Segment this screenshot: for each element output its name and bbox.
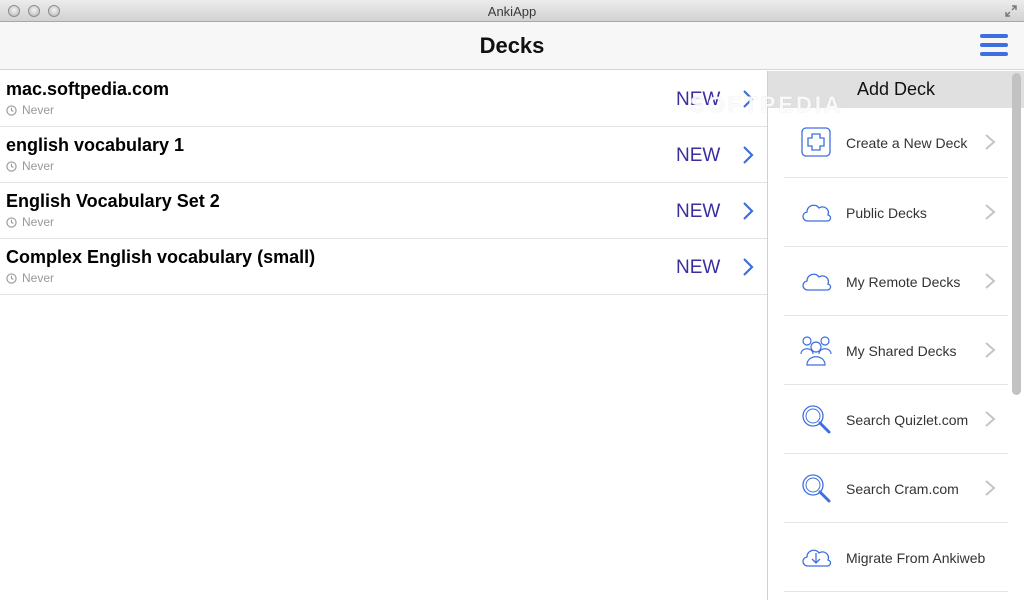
clock-icon <box>6 216 17 228</box>
clock-icon <box>6 272 17 284</box>
chevron-right-icon <box>743 146 754 164</box>
item-label: Search Cram.com <box>846 481 959 497</box>
create-new-deck-item[interactable]: Create a New Deck <box>784 108 1008 178</box>
last-studied-text: Never <box>22 159 55 173</box>
item-label: My Shared Decks <box>846 343 957 359</box>
chevron-right-icon <box>985 273 996 289</box>
hamburger-icon <box>980 43 1008 47</box>
item-label: Search Quizlet.com <box>846 412 969 428</box>
public-decks-item[interactable]: Public Decks <box>784 178 1008 247</box>
deck-status: NEW <box>676 145 721 166</box>
magnifier-icon <box>802 405 831 434</box>
item-label: Migrate From Ankiweb <box>846 550 986 566</box>
item-label: Create a New Deck <box>846 135 968 151</box>
menu-button[interactable] <box>980 34 1008 58</box>
item-label: Public Decks <box>846 205 927 221</box>
deck-status: NEW <box>676 201 721 222</box>
last-studied-text: Never <box>22 103 55 117</box>
magnifier-icon <box>802 474 831 503</box>
cloud-icon <box>802 273 832 291</box>
hamburger-icon <box>980 34 1008 38</box>
deck-name: English Vocabulary Set 2 <box>6 191 220 211</box>
cloud-download-icon <box>802 549 832 567</box>
search-cram-item[interactable]: Search Cram.com <box>784 454 1008 523</box>
page-title: Decks <box>479 33 545 58</box>
chevron-right-icon <box>985 480 996 496</box>
clock-icon <box>6 160 17 172</box>
plus-square-icon <box>801 127 831 157</box>
deck-name: Complex English vocabulary (small) <box>6 247 316 267</box>
deck-row[interactable]: English Vocabulary Set 2 Never NEW <box>0 183 767 239</box>
last-studied-text: Never <box>22 215 55 229</box>
last-studied-text: Never <box>22 271 55 285</box>
item-label: My Remote Decks <box>846 274 961 290</box>
deck-last-studied: Never <box>6 215 54 229</box>
deck-row[interactable]: english vocabulary 1 Never NEW <box>0 127 767 183</box>
chevron-right-icon <box>743 258 754 276</box>
my-remote-decks-item[interactable]: My Remote Decks <box>784 247 1008 316</box>
people-icon <box>800 336 832 366</box>
deck-last-studied: Never <box>6 271 54 285</box>
deck-status: NEW <box>676 89 721 110</box>
deck-last-studied: Never <box>6 103 54 117</box>
chevron-right-icon <box>743 90 754 108</box>
add-deck-panel-title: Add Deck <box>768 71 1024 108</box>
chevron-right-icon <box>985 204 996 220</box>
deck-status: NEW <box>676 257 721 278</box>
clock-icon <box>6 104 17 116</box>
search-quizlet-item[interactable]: Search Quizlet.com <box>784 385 1008 454</box>
add-deck-panel: Add Deck Create a New Deck Public Decks … <box>767 71 1024 600</box>
deck-name: english vocabulary 1 <box>6 135 185 155</box>
cloud-icon <box>802 204 832 222</box>
navigation-bar: Decks <box>0 22 1024 70</box>
deck-row[interactable]: Complex English vocabulary (small) Never… <box>0 239 767 295</box>
window-title: AnkiApp <box>487 4 537 19</box>
chevron-right-icon <box>985 134 996 150</box>
deck-list: mac.softpedia.com Never NEW english voca… <box>0 71 767 295</box>
my-shared-decks-item[interactable]: My Shared Decks <box>784 316 1008 385</box>
panel-scrollbar[interactable] <box>1012 73 1021 395</box>
deck-row[interactable]: mac.softpedia.com Never NEW <box>0 71 767 127</box>
deck-name: mac.softpedia.com <box>6 79 170 99</box>
chevron-right-icon <box>985 411 996 427</box>
chevron-right-icon <box>985 342 996 358</box>
window-titlebar: AnkiApp <box>0 0 1024 22</box>
migrate-ankiweb-item[interactable]: Migrate From Ankiweb <box>784 523 1008 592</box>
deck-last-studied: Never <box>6 159 54 173</box>
hamburger-icon <box>980 52 1008 56</box>
fullscreen-icon[interactable] <box>1004 4 1018 18</box>
chevron-right-icon <box>743 202 754 220</box>
